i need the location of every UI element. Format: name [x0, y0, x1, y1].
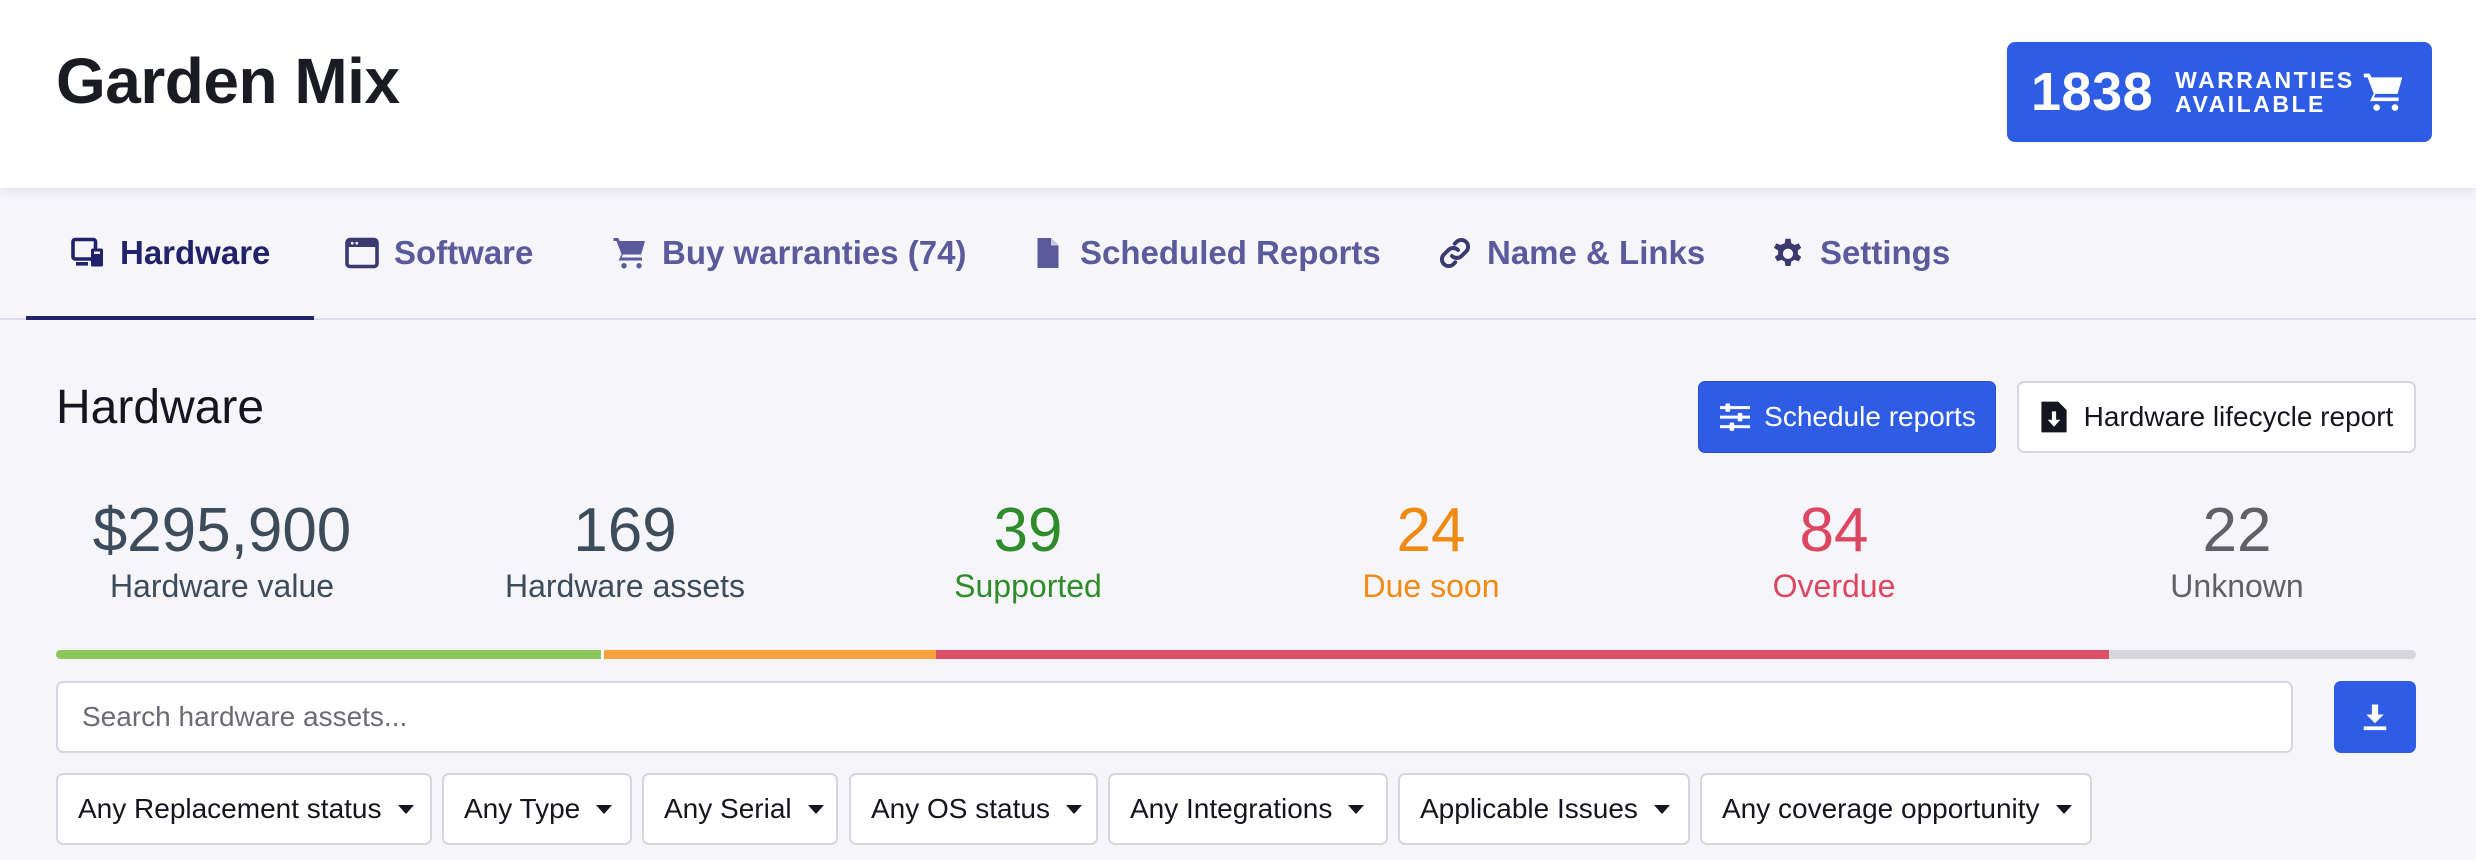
download-button[interactable]: [2334, 681, 2416, 753]
stat-hardware-assets: 169 Hardware assets: [455, 498, 795, 606]
stat-hardware-value: $295,900 Hardware value: [52, 498, 392, 606]
warranty-count: 1838: [2031, 62, 2154, 122]
filter-os-status[interactable]: Any OS status: [849, 773, 1098, 845]
filter-label: Any coverage opportunity: [1722, 793, 2040, 824]
tab-software[interactable]: Software: [344, 188, 533, 318]
filter-serial[interactable]: Any Serial: [642, 773, 838, 845]
document-icon: [1037, 238, 1059, 268]
tab-label: Hardware: [120, 234, 271, 271]
filter-label: Any Type: [464, 793, 581, 824]
tab-label: Settings: [1820, 234, 1951, 271]
filter-label: Any OS status: [871, 793, 1050, 824]
stat-supported: 39 Supported: [858, 498, 1198, 606]
hardware-lifecycle-report-button[interactable]: Hardware lifecycle report: [2017, 381, 2416, 453]
window-icon: [345, 237, 379, 269]
caret-down-icon: [807, 804, 824, 814]
search-input[interactable]: [56, 681, 2293, 753]
section-title: Hardware: [56, 381, 265, 434]
stat-value: 24: [1396, 496, 1466, 565]
download-icon: [2363, 704, 2387, 731]
stat-value: $295,900: [92, 496, 352, 565]
filter-label: Applicable Issues: [1420, 793, 1638, 824]
caret-down-icon: [1065, 804, 1082, 814]
app-title: Garden Mix: [56, 45, 400, 117]
gear-icon: [1773, 238, 1802, 267]
coverage-progress-bar: [56, 650, 2416, 659]
file-download-icon: [2041, 401, 2067, 433]
filter-coverage-opportunity[interactable]: Any coverage opportunity: [1700, 773, 2092, 845]
tab-label: Software: [394, 234, 534, 271]
stat-value: 22: [2202, 496, 2272, 565]
tab-label: Scheduled Reports: [1080, 234, 1381, 271]
filter-label: Any Integrations: [1130, 793, 1333, 824]
caret-down-icon: [1653, 804, 1670, 814]
caret-down-icon: [2055, 804, 2072, 814]
schedule-reports-label: Schedule reports: [1764, 401, 1976, 432]
stat-overdue: 84 Overdue: [1664, 498, 2004, 606]
filter-label: Any Replacement status: [78, 793, 382, 824]
cart-icon: [613, 238, 645, 269]
app-header: Garden Mix 1838 WARRANTIES AVAILABLE: [0, 0, 2476, 188]
filter-label: Any Serial: [664, 793, 792, 824]
stat-unknown: 22 Unknown: [2067, 498, 2407, 606]
stat-label: Supported: [954, 568, 1102, 604]
schedule-reports-button[interactable]: Schedule reports: [1698, 381, 1996, 453]
hardware-lifecycle-report-label: Hardware lifecycle report: [2083, 401, 2394, 432]
bar-segment-overdue: [935, 650, 2109, 659]
tab-name-links[interactable]: Name & Links: [1437, 188, 1705, 318]
tab-buy-warranties[interactable]: Buy warranties (74): [612, 188, 966, 318]
warranties-available-button[interactable]: 1838 WARRANTIES AVAILABLE: [2007, 42, 2432, 142]
caret-down-icon: [397, 804, 414, 814]
caret-down-icon: [596, 804, 613, 814]
tab-hardware[interactable]: Hardware: [25, 188, 315, 320]
stat-label: Due soon: [1362, 568, 1500, 604]
tab-label: Name & Links: [1487, 234, 1706, 271]
stat-value: 39: [993, 496, 1063, 565]
filter-integrations[interactable]: Any Integrations: [1108, 773, 1388, 845]
tab-scheduled-reports[interactable]: Scheduled Reports: [1030, 188, 1381, 318]
stat-label: Hardware value: [109, 568, 335, 604]
cart-icon: [2363, 73, 2403, 111]
link-icon: [1440, 238, 1470, 268]
stat-label: Unknown: [2170, 568, 2304, 604]
stat-due-soon: 24 Due soon: [1261, 498, 1601, 606]
stat-label: Overdue: [1772, 568, 1896, 604]
filter-type[interactable]: Any Type: [442, 773, 632, 845]
tab-label: Buy warranties (74): [662, 234, 967, 271]
stat-value: 84: [1799, 496, 1869, 565]
stat-value: 169: [573, 496, 677, 565]
sliders-icon: [1720, 403, 1751, 431]
filter-applicable-issues[interactable]: Applicable Issues: [1398, 773, 1690, 845]
warranty-label: WARRANTIES AVAILABLE: [2175, 67, 2355, 117]
hardware-icon: [71, 237, 103, 267]
bar-segment-due-soon: [600, 650, 936, 659]
stat-label: Hardware assets: [504, 568, 746, 604]
tab-settings[interactable]: Settings: [1770, 188, 1950, 318]
bar-segment-supported: [56, 650, 601, 659]
caret-down-icon: [1348, 804, 1365, 814]
tab-bar: Hardware Software Buy warranties (74) Sc…: [0, 188, 2476, 320]
filter-replacement-status[interactable]: Any Replacement status: [56, 773, 432, 845]
